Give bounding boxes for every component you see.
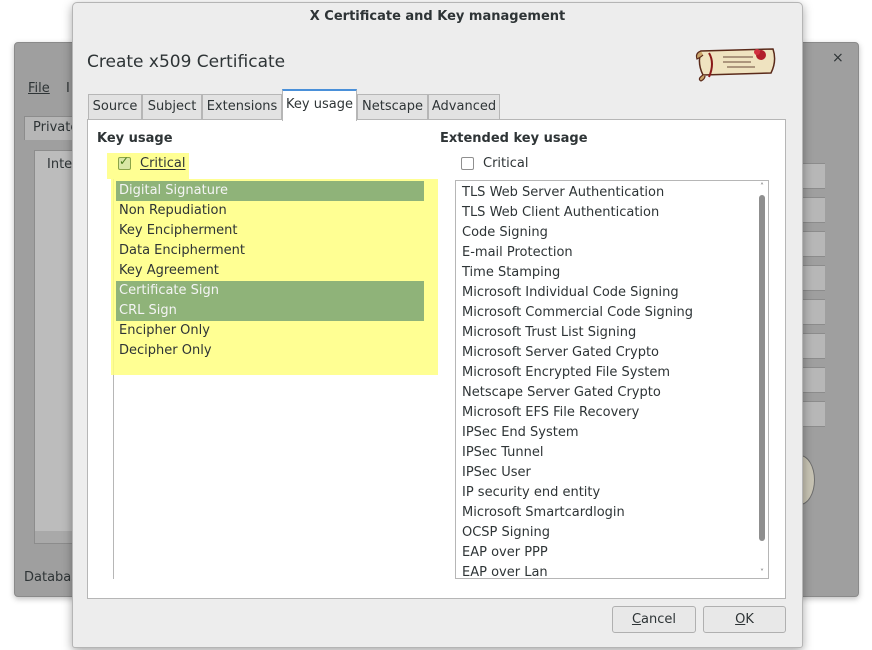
key-usage-items: Digital Signature Non Repudiation Key En… bbox=[113, 181, 425, 371]
background-button[interactable] bbox=[800, 265, 825, 291]
ext-item-ipsec-user[interactable]: IPSec User bbox=[459, 463, 531, 483]
ext-item-netscape-server-gated-crypto[interactable]: Netscape Server Gated Crypto bbox=[459, 383, 661, 403]
background-hscrollbar[interactable] bbox=[35, 531, 75, 543]
key-usage-item-non-repudiation[interactable]: Non Repudiation bbox=[116, 201, 424, 221]
ext-item-eap-over-ppp[interactable]: EAP over PPP bbox=[459, 543, 548, 563]
background-button[interactable] bbox=[800, 163, 825, 189]
ext-item-ms-commercial-code-signing[interactable]: Microsoft Commercial Code Signing bbox=[459, 303, 693, 323]
ext-item-tls-web-server-authentication[interactable]: TLS Web Server Authentication bbox=[459, 183, 664, 203]
background-tab-private[interactable]: Private bbox=[24, 116, 78, 140]
dialog-heading: Create x509 Certificate bbox=[87, 52, 286, 72]
key-usage-item-crl-sign[interactable]: CRL Sign bbox=[116, 301, 424, 321]
tab-netscape[interactable]: Netscape bbox=[357, 94, 428, 120]
ext-item-code-signing[interactable]: Code Signing bbox=[459, 223, 548, 243]
menu-file[interactable]: File bbox=[28, 81, 50, 96]
key-usage-item-key-agreement[interactable]: Key Agreement bbox=[116, 261, 424, 281]
ext-item-ms-efs-file-recovery[interactable]: Microsoft EFS File Recovery bbox=[459, 403, 639, 423]
ext-item-email-protection[interactable]: E-mail Protection bbox=[459, 243, 573, 263]
key-usage-item-certificate-sign[interactable]: Certificate Sign bbox=[116, 281, 424, 301]
tab-key-usage[interactable]: Key usage bbox=[282, 89, 357, 121]
background-list: Inter bbox=[34, 150, 78, 544]
key-usage-critical-checkbox[interactable]: Critical bbox=[118, 151, 185, 175]
key-usage-critical-label: Critical bbox=[140, 155, 186, 171]
background-close-button[interactable]: × bbox=[832, 50, 844, 66]
ext-item-tls-web-client-authentication[interactable]: TLS Web Client Authentication bbox=[459, 203, 659, 223]
tab-extensions[interactable]: Extensions bbox=[202, 94, 282, 120]
tab-subject[interactable]: Subject bbox=[142, 94, 202, 120]
scroll-up-arrow-icon[interactable]: ˄ bbox=[760, 182, 764, 191]
ext-item-ms-encrypted-file-system[interactable]: Microsoft Encrypted File System bbox=[459, 363, 670, 383]
ext-item-ip-security-end-entity[interactable]: IP security end entity bbox=[459, 483, 600, 503]
background-button[interactable] bbox=[800, 299, 825, 325]
scrollbar-thumb[interactable] bbox=[759, 195, 765, 541]
ext-item-eap-over-lan[interactable]: EAP over Lan bbox=[459, 563, 548, 578]
key-usage-item-digital-signature[interactable]: Digital Signature bbox=[116, 181, 424, 201]
scroll-logo-icon bbox=[695, 48, 776, 82]
key-usage-item-encipher-only[interactable]: Encipher Only bbox=[116, 321, 424, 341]
background-button[interactable] bbox=[800, 401, 825, 427]
tab-source[interactable]: Source bbox=[88, 94, 142, 120]
background-status-label: Databas bbox=[24, 570, 79, 585]
background-button[interactable] bbox=[800, 333, 825, 359]
key-usage-item-key-encipherment[interactable]: Key Encipherment bbox=[116, 221, 424, 241]
ext-item-time-stamping[interactable]: Time Stamping bbox=[459, 263, 560, 283]
ext-item-ocsp-signing[interactable]: OCSP Signing bbox=[459, 523, 550, 543]
ext-list-vscrollbar[interactable] bbox=[758, 193, 766, 573]
extended-key-usage-list[interactable]: TLS Web Server Authentication TLS Web Cl… bbox=[455, 180, 769, 579]
ext-item-ms-trust-list-signing[interactable]: Microsoft Trust List Signing bbox=[459, 323, 636, 343]
key-usage-label: Key usage bbox=[97, 131, 173, 146]
dialog-title: X Certificate and Key management bbox=[309, 9, 566, 24]
create-certificate-dialog: X Certificate and Key management Create … bbox=[72, 2, 803, 648]
menu-partial[interactable]: I bbox=[66, 81, 70, 96]
ext-item-ms-smartcardlogin[interactable]: Microsoft Smartcardlogin bbox=[459, 503, 625, 523]
cancel-button[interactable]: Cancel bbox=[612, 606, 696, 633]
ok-button[interactable]: OK bbox=[703, 606, 786, 633]
extended-key-usage-label: Extended key usage bbox=[440, 131, 588, 146]
ext-item-ipsec-end-system[interactable]: IPSec End System bbox=[459, 423, 579, 443]
key-usage-item-decipher-only[interactable]: Decipher Only bbox=[116, 341, 424, 361]
scroll-down-arrow-icon[interactable]: ˅ bbox=[760, 568, 764, 577]
tab-advanced[interactable]: Advanced bbox=[428, 94, 500, 120]
ext-item-ms-server-gated-crypto[interactable]: Microsoft Server Gated Crypto bbox=[459, 343, 659, 363]
checkbox-checked-icon bbox=[118, 154, 131, 170]
extended-key-usage-critical-checkbox[interactable]: Critical bbox=[461, 151, 528, 175]
key-usage-item-data-encipherment[interactable]: Data Encipherment bbox=[116, 241, 424, 261]
background-button[interactable] bbox=[800, 197, 825, 223]
background-button[interactable] bbox=[800, 231, 825, 257]
checkbox-unchecked-icon bbox=[461, 156, 474, 170]
extended-key-usage-critical-label: Critical bbox=[483, 155, 529, 171]
ext-item-ipsec-tunnel[interactable]: IPSec Tunnel bbox=[459, 443, 544, 463]
ext-item-ms-individual-code-signing[interactable]: Microsoft Individual Code Signing bbox=[459, 283, 679, 303]
background-button[interactable] bbox=[800, 367, 825, 393]
